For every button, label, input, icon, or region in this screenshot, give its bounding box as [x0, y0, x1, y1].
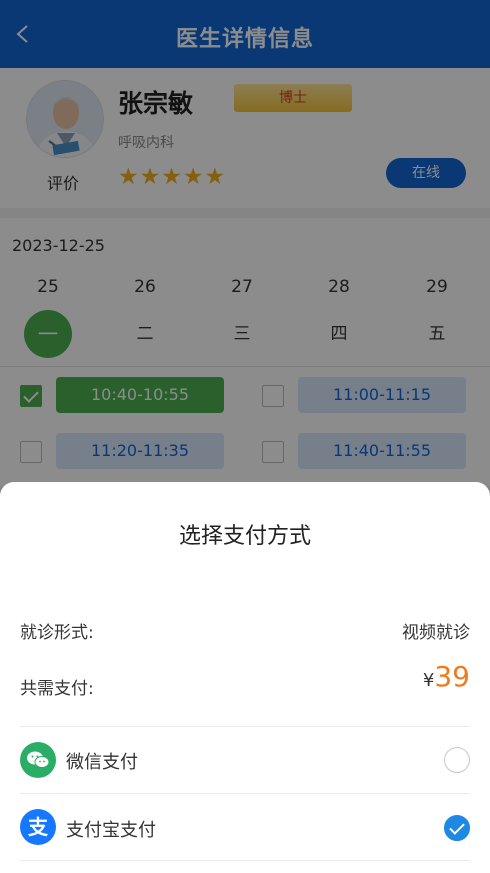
wechat-pay-radio[interactable]: [444, 747, 470, 773]
alipay-icon: 支: [20, 809, 56, 845]
divider: [20, 860, 470, 861]
total-price: ¥39: [423, 660, 470, 694]
alipay-pay-radio[interactable]: [444, 815, 470, 841]
price-amount: 39: [434, 660, 470, 693]
divider: [20, 726, 470, 727]
alipay-pay-label[interactable]: 支付宝支付: [66, 816, 156, 842]
wechat-icon: [20, 742, 56, 778]
visit-type-value: 视频就诊: [402, 623, 470, 643]
payment-sheet: 选择支付方式 就诊形式: 视频就诊 共需支付: ¥39 微信支付 支 支付宝支付: [0, 482, 490, 873]
wechat-pay-label[interactable]: 微信支付: [66, 748, 138, 774]
total-label: 共需支付:: [20, 679, 94, 699]
divider: [20, 793, 470, 794]
sheet-title: 选择支付方式: [178, 524, 311, 549]
visit-type-label: 就诊形式:: [20, 623, 94, 643]
currency-symbol: ¥: [422, 670, 435, 691]
